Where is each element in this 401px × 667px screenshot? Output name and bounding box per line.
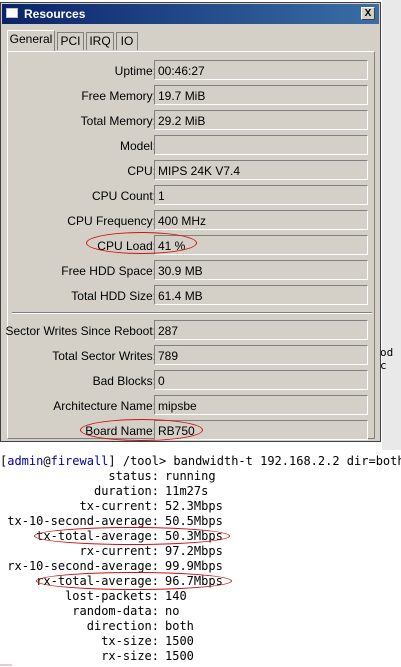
row-model: Model: [8,135,376,157]
row-sector-writes-since-reboot: Sector Writes Since Reboot: 287 [5,320,376,342]
terminal-key: rx-10-second-average: [7,559,159,573]
uptime-label: Uptime: [114,64,156,78]
tab-irq[interactable]: IRQ [86,32,114,50]
free-hdd-space-field[interactable]: 30.9 MB [154,260,368,280]
sector-writes-since-reboot-field[interactable]: 287 [154,320,368,340]
terminal-key: tx-10-second-average: [7,514,159,528]
terminal-key: direction: [86,619,159,633]
prompt-close: ] /tool> [108,454,167,468]
terminal-value: 11m27s [165,484,209,498]
terminal-value: 1500 [165,634,194,648]
bad-blocks-label: Bad Blocks: [92,374,156,388]
terminal-command-line: [admin@firewall] /tool> bandwidth-t 192.… [0,454,401,468]
prompt-user: admin [7,454,44,468]
total-memory-field[interactable]: 29.2 MiB [154,110,368,130]
row-board-name: Board Name: RB750 [8,420,376,442]
sector-writes-since-reboot-label: Sector Writes Since Reboot: [5,324,156,338]
terminal-value: no [165,604,180,618]
tab-pci[interactable]: PCI [57,32,84,50]
model-label: Model: [119,139,156,153]
terminal-key: tx-current: [79,499,159,513]
terminal-key: tx-total-average: [36,529,159,543]
total-hdd-size-label: Total HDD Size: [71,289,156,303]
cpu-frequency-field[interactable]: 400 MHz [154,210,368,230]
window-title: Resources [24,7,86,21]
row-cpu-frequency: CPU Frequency: 400 MHz [8,210,376,232]
row-total-hdd-size: Total HDD Size: 61.4 MB [8,285,376,307]
bad-blocks-field[interactable]: 0 [154,370,368,390]
terminal-value: 50.3Mbps [165,529,223,543]
row-cpu-count: CPU Count: 1 [8,185,376,207]
bottom-mark [0,664,12,666]
terminal-value: 140 [165,589,187,603]
terminal-key: rx-size: [101,649,159,663]
title-bar[interactable]: Resources X [2,4,379,24]
row-architecture-name: Architecture Name: mipsbe [8,395,376,417]
tab-general[interactable]: General [7,30,55,51]
model-field[interactable] [154,135,368,155]
cpu-load-field[interactable]: 41 % [154,235,368,255]
prompt-at: @ [43,454,51,468]
total-sector-writes-field[interactable]: 789 [154,345,368,365]
background-window: od c [380,0,401,450]
close-button[interactable]: X [361,7,375,20]
terminal-value: 97.2Mbps [165,544,223,558]
row-cpu-load: CPU Load: 41 % [8,235,376,257]
free-memory-field[interactable]: 19.7 MiB [154,85,368,105]
terminal-value: 96.7Mbps [165,574,223,588]
cpu-label: CPU: [127,164,156,178]
terminal: [admin@firewall] /tool> bandwidth-t 192.… [0,450,401,667]
resources-window: Resources X General PCI IRQ IO Uptime: 0… [0,2,381,442]
total-sector-writes-label: Total Sector Writes: [52,349,156,363]
background-text: od c [380,346,394,372]
architecture-name-label: Architecture Name: [53,399,156,413]
terminal-key: duration: [93,484,159,498]
terminal-key: tx-size: [101,634,159,648]
row-bad-blocks: Bad Blocks: 0 [8,370,376,392]
terminal-value: 1500 [165,649,194,663]
terminal-key: lost-packets: [65,589,159,603]
cpu-field[interactable]: MIPS 24K V7.4 [154,160,368,180]
general-panel: Uptime: 00:46:27 Free Memory: 19.7 MiB T… [5,51,376,442]
board-name-field[interactable]: RB750 [154,420,368,440]
board-name-label: Board Name: [85,424,156,438]
row-free-memory: Free Memory: 19.7 MiB [8,85,376,107]
terminal-key: rx-total-average: [36,574,159,588]
terminal-value: 99.9Mbps [165,559,223,573]
free-hdd-space-label: Free HDD Space: [61,264,156,278]
terminal-value: running [165,469,216,483]
terminal-key: random-data: [72,604,159,618]
row-total-sector-writes: Total Sector Writes: 789 [8,345,376,367]
cpu-count-field[interactable]: 1 [154,185,368,205]
cpu-count-label: CPU Count: [91,189,156,203]
terminal-value: 52.3Mbps [165,499,223,513]
row-uptime: Uptime: 00:46:27 [8,60,376,82]
terminal-value: 50.5Mbps [165,514,223,528]
cpu-frequency-label: CPU Frequency: [67,214,156,228]
architecture-name-field[interactable]: mipsbe [154,395,368,415]
row-cpu: CPU: MIPS 24K V7.4 [8,160,376,182]
row-free-hdd-space: Free HDD Space: 30.9 MB [8,260,376,282]
window-icon[interactable] [6,8,18,18]
terminal-value: both [165,619,194,633]
separator [12,312,372,314]
uptime-field[interactable]: 00:46:27 [154,60,368,80]
tab-io[interactable]: IO [116,32,138,50]
terminal-key: status: [108,469,159,483]
total-hdd-size-field[interactable]: 61.4 MB [154,285,368,305]
free-memory-label: Free Memory: [81,89,156,103]
cpu-load-label: CPU Load: [97,239,156,253]
row-total-memory: Total Memory: 29.2 MiB [8,110,376,132]
terminal-command: bandwidth-t 192.168.2.2 dir=both [166,454,401,468]
prompt-host: firewall [50,454,109,468]
terminal-key: rx-current: [79,544,159,558]
total-memory-label: Total Memory: [80,114,156,128]
